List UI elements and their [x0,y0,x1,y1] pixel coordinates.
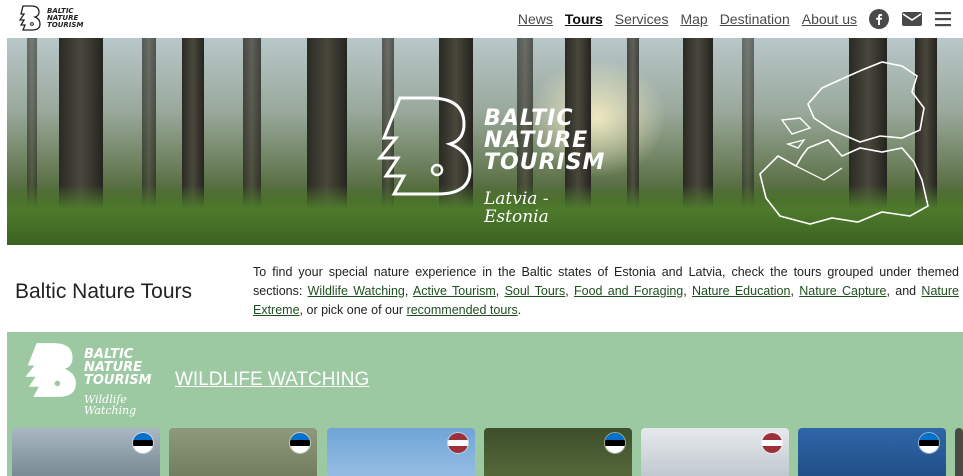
logo-wordmark: BALTIC NATURE TOURISM [47,7,84,29]
link-wildlife-watching[interactable]: Wildlife Watching [308,284,405,298]
separator: , [565,284,574,298]
logo-b-icon [18,5,41,31]
hero-logo-b-icon [376,96,472,196]
site-logo[interactable]: BALTIC NATURE TOURISM [17,4,83,32]
nav-map[interactable]: Map [680,11,707,27]
mail-icon[interactable] [901,9,922,29]
section-logo-subtitle: Wildlife Watching [84,394,136,416]
section-heading-link[interactable]: WILDLIFE WATCHING [175,369,369,391]
page-title: Baltic Nature Tours [15,280,193,303]
tour-card[interactable] [12,428,160,476]
wildlife-watching-section: BALTIC NATURE TOURISM Wildlife Watching … [7,332,963,476]
baltic-map-icon [759,61,929,225]
estonia-flag-icon [604,432,626,454]
section-logo-sub-line: Watching [84,404,137,417]
separator: , [495,284,505,298]
separator: , and [886,284,922,298]
link-active-tourism[interactable]: Active Tourism [413,284,496,298]
latvia-flag-icon [447,432,469,454]
nav-destination[interactable]: Destination [720,11,790,27]
facebook-icon[interactable] [869,9,889,29]
link-food-and-foraging[interactable]: Food and Foraging [574,284,683,298]
hero-title-line: NATURE [484,128,589,153]
intro-paragraph: To find your special nature experience i… [253,263,959,320]
link-nature-capture[interactable]: Nature Capture [799,284,886,298]
estonia-flag-icon [132,432,154,454]
tour-card[interactable] [169,428,317,476]
nav-news[interactable]: News [518,11,553,27]
hero-subtitle-line: Latvia - [484,189,549,209]
estonia-flag-icon [289,432,311,454]
hero-banner: BALTIC NATURE TOURISM Latvia - Estonia [7,38,963,245]
tour-card[interactable] [641,428,789,476]
intro-text: . [517,303,522,317]
tour-card[interactable] [484,428,632,476]
tour-card[interactable] [327,428,475,476]
separator: , [790,284,800,298]
logo-line: TOURISM [47,20,84,29]
hero-title: BALTIC NATURE TOURISM [484,108,605,174]
hero-title-line: TOURISM [484,150,606,175]
link-recommended-tours[interactable]: recommended tours [407,303,518,317]
link-soul-tours[interactable]: Soul Tours [505,284,566,298]
separator: , [683,284,693,298]
tour-card-partial[interactable] [955,428,963,476]
hero-subtitle: Latvia - Estonia [484,190,549,226]
latvia-flag-icon [761,432,783,454]
section-logo-wordmark: BALTIC NATURE TOURISM [84,348,152,387]
hero-subtitle-line: Estonia [484,207,549,227]
nav-tours[interactable]: Tours [565,11,603,27]
top-bar: BALTIC NATURE TOURISM News Tours Service… [7,0,963,37]
nav-services[interactable]: Services [615,11,669,27]
tour-card[interactable] [798,428,946,476]
section-logo-b-icon [25,343,76,397]
hero-title-line: BALTIC [484,106,574,131]
intro-text: , or pick one of our [299,303,407,317]
menu-icon[interactable] [933,9,953,29]
main-nav: News Tours Services Map Destination Abou… [518,9,953,29]
separator: , [404,284,413,298]
link-nature-education[interactable]: Nature Education [692,284,790,298]
nav-about-us[interactable]: About us [802,11,857,27]
section-logo-line: TOURISM [84,373,152,388]
estonia-flag-icon [918,432,940,454]
